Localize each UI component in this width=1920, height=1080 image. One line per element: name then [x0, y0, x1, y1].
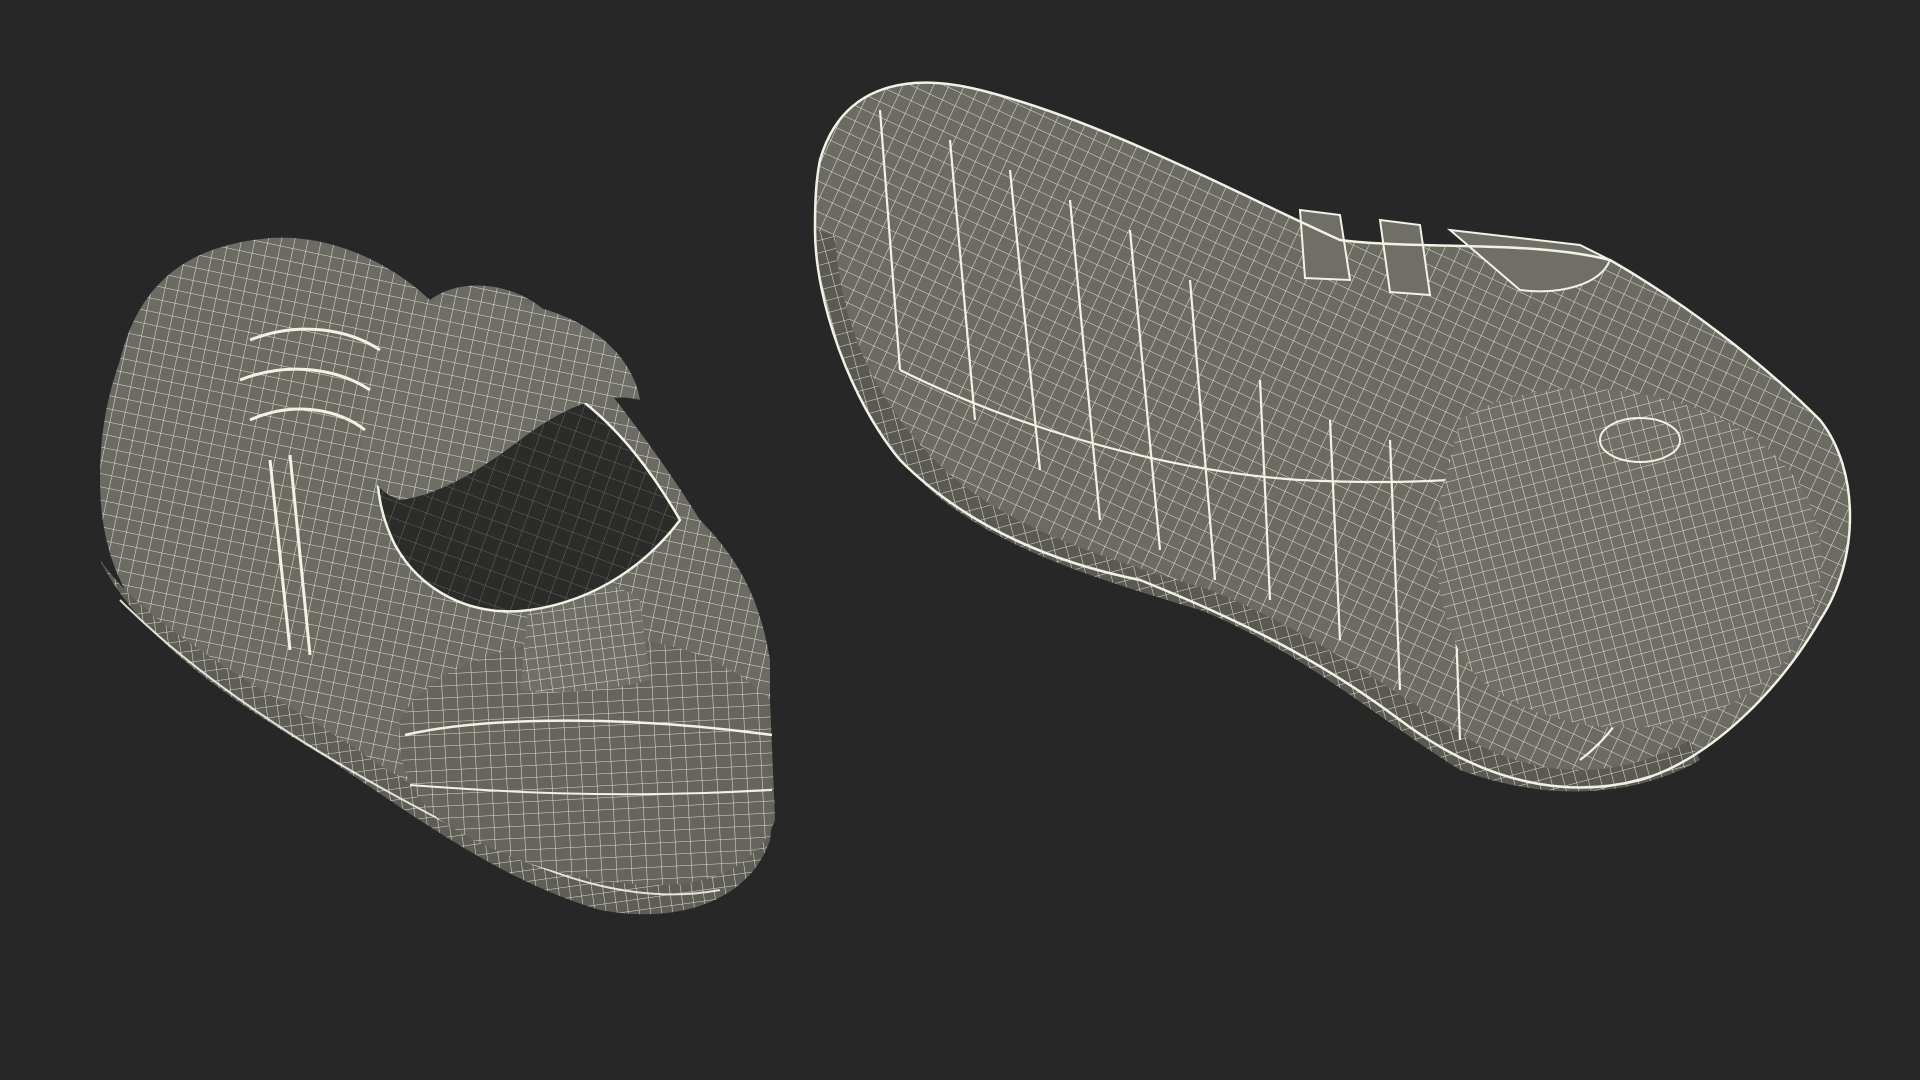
sneaker-sole-view: [813, 81, 1852, 792]
render-viewport: [0, 0, 1920, 1080]
